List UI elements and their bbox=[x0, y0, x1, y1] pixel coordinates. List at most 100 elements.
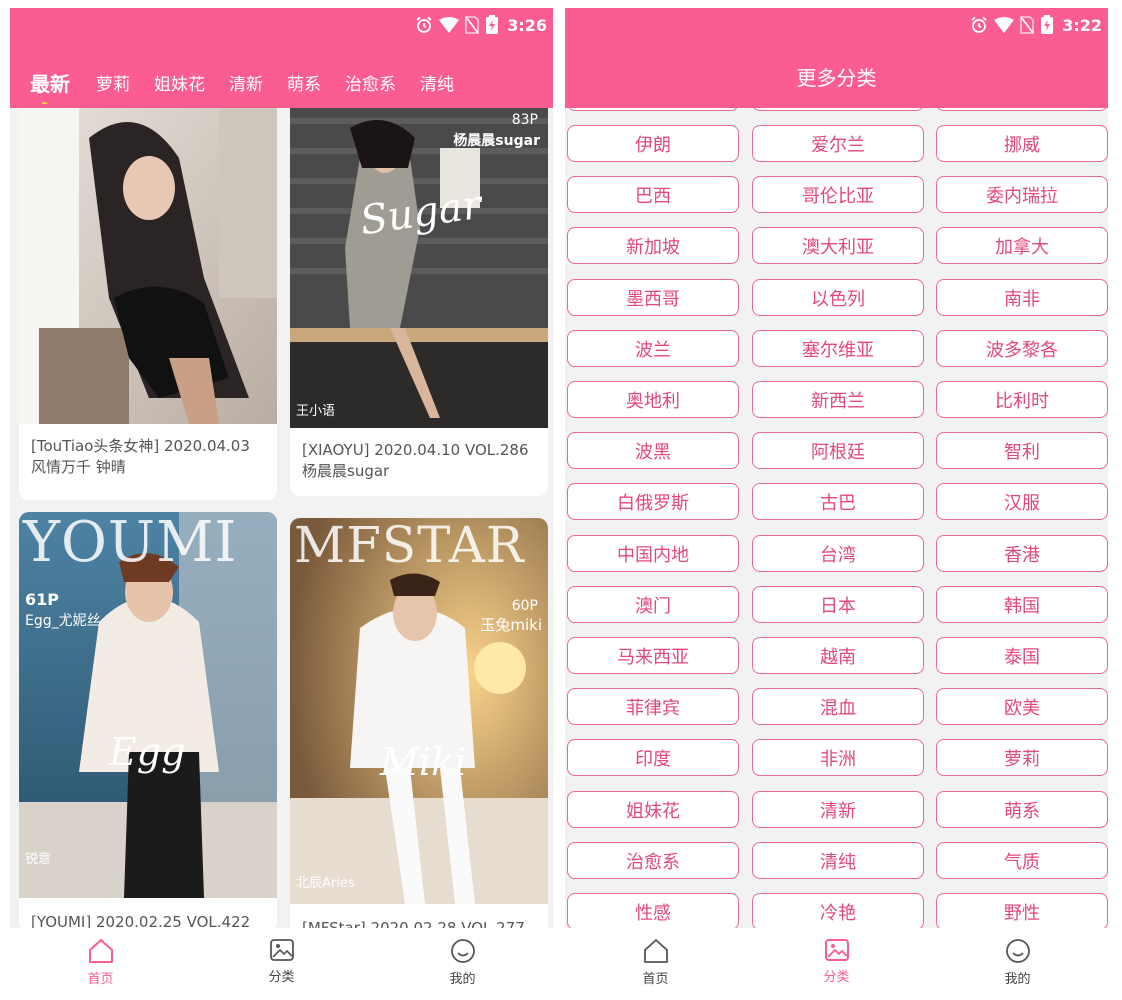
category-button[interactable]: 菲律宾 bbox=[567, 688, 739, 725]
category-button[interactable]: 印度 bbox=[567, 739, 739, 776]
category-button[interactable]: 巴西 bbox=[567, 176, 739, 213]
category-button[interactable]: 新加坡 bbox=[567, 227, 739, 264]
category-button[interactable]: 欧美 bbox=[936, 688, 1108, 725]
category-button[interactable] bbox=[936, 108, 1108, 111]
home-icon bbox=[642, 938, 670, 964]
category-button[interactable]: 加拿大 bbox=[936, 227, 1108, 264]
category-button[interactable]: 冷艳 bbox=[752, 893, 924, 928]
category-button[interactable]: 气质 bbox=[936, 842, 1108, 879]
category-button[interactable]: 萌系 bbox=[936, 791, 1108, 828]
category-grid[interactable]: 伊朗 爱尔兰 挪威巴西 哥伦比亚 委内瑞拉新加坡 澳大利亚 加拿大墨西哥 以色列 南非波兰 塞尔维… bbox=[565, 108, 1108, 928]
album-cover: 83P 杨晨晨sugar Sugar 王小语 bbox=[290, 108, 548, 428]
tab-latest[interactable]: 最新 bbox=[18, 68, 84, 104]
nav-home[interactable]: 首页 bbox=[10, 928, 191, 1000]
status-bar: 3:26 bbox=[415, 14, 547, 36]
category-button[interactable] bbox=[567, 108, 739, 111]
tab-cute[interactable]: 萌系 bbox=[275, 70, 333, 95]
album-caption: [MFStar] 2020.02.28 VOL.277 bbox=[302, 919, 525, 928]
no-sim-icon bbox=[465, 16, 480, 34]
smile-icon bbox=[450, 938, 476, 964]
category-button[interactable]: 澳大利亚 bbox=[752, 227, 924, 264]
category-button[interactable]: 白俄罗斯 bbox=[567, 483, 739, 520]
tab-label: 清新 bbox=[229, 74, 263, 95]
category-button[interactable]: 香港 bbox=[936, 535, 1108, 572]
album-feed[interactable]: [TouTiao头条女神] 2020.04.03 风情万千 钟晴 83P 杨晨晨… bbox=[10, 108, 553, 928]
tab-pure[interactable]: 清纯 bbox=[408, 70, 466, 95]
photo-count: 60P bbox=[511, 598, 538, 614]
album-caption: [YOUMI] 2020.02.25 VOL.422 bbox=[31, 913, 251, 928]
nav-home[interactable]: 首页 bbox=[565, 928, 746, 1000]
album-card[interactable]: YOUMI 61P Egg_尤妮丝 Egg 锐意 [YOUMI] 2020.02… bbox=[19, 512, 277, 928]
nav-category[interactable]: 分类 bbox=[746, 928, 927, 1000]
category-button[interactable]: 波黑 bbox=[567, 432, 739, 469]
album-cover: YOUMI 61P Egg_尤妮丝 Egg 锐意 bbox=[19, 512, 277, 898]
category-button[interactable]: 性感 bbox=[567, 893, 739, 928]
category-button[interactable]: 智利 bbox=[936, 432, 1108, 469]
category-button[interactable]: 哥伦比亚 bbox=[752, 176, 924, 213]
category-button[interactable]: 姐妹花 bbox=[567, 791, 739, 828]
category-button[interactable]: 马来西亚 bbox=[567, 637, 739, 674]
brand-watermark: YOUMI bbox=[23, 512, 238, 575]
category-button[interactable]: 萝莉 bbox=[936, 739, 1108, 776]
category-button[interactable]: 澳门 bbox=[567, 586, 739, 623]
tab-fresh[interactable]: 清新 bbox=[217, 70, 275, 95]
alarm-icon bbox=[415, 16, 433, 34]
category-button[interactable]: 非洲 bbox=[752, 739, 924, 776]
category-button[interactable]: 塞尔维亚 bbox=[752, 330, 924, 367]
category-button[interactable]: 委内瑞拉 bbox=[936, 176, 1108, 213]
tab-label: 清纯 bbox=[420, 74, 454, 95]
category-button[interactable]: 韩国 bbox=[936, 586, 1108, 623]
category-button[interactable]: 混血 bbox=[752, 688, 924, 725]
photographer-name: 北辰Aries bbox=[296, 876, 355, 891]
photo-count: 83P bbox=[511, 112, 538, 128]
category-button[interactable]: 比利时 bbox=[936, 381, 1108, 418]
bottom-nav: 首页 分类 我的 bbox=[565, 928, 1108, 1000]
tab-label: 萌系 bbox=[287, 74, 321, 95]
album-card[interactable]: MFSTAR 60P 玉兔miki Miki 北辰Aries [MFStar] … bbox=[290, 518, 548, 928]
album-card[interactable]: 83P 杨晨晨sugar Sugar 王小语 [XIAOYU] 2020.04.… bbox=[290, 108, 548, 496]
category-button[interactable]: 治愈系 bbox=[567, 842, 739, 879]
tab-loli[interactable]: 萝莉 bbox=[84, 70, 142, 95]
tab-sisters[interactable]: 姐妹花 bbox=[142, 70, 217, 95]
category-button[interactable]: 以色列 bbox=[752, 279, 924, 316]
category-button[interactable]: 汉服 bbox=[936, 483, 1108, 520]
nav-label: 分类 bbox=[268, 970, 295, 985]
nav-label: 首页 bbox=[642, 972, 669, 987]
category-button[interactable]: 中国内地 bbox=[567, 535, 739, 572]
category-button[interactable]: 日本 bbox=[752, 586, 924, 623]
category-button[interactable]: 南非 bbox=[936, 279, 1108, 316]
category-button[interactable]: 奥地利 bbox=[567, 381, 739, 418]
category-button[interactable]: 新西兰 bbox=[752, 381, 924, 418]
nav-label: 首页 bbox=[87, 972, 114, 987]
category-button[interactable]: 野性 bbox=[936, 893, 1108, 928]
category-button[interactable]: 清新 bbox=[752, 791, 924, 828]
battery-charging-icon bbox=[485, 15, 499, 35]
nav-category[interactable]: 分类 bbox=[191, 928, 372, 1000]
category-button[interactable]: 泰国 bbox=[936, 637, 1108, 674]
picture-icon bbox=[269, 938, 295, 962]
category-button[interactable]: 清纯 bbox=[752, 842, 924, 879]
category-button[interactable]: 波兰 bbox=[567, 330, 739, 367]
category-button[interactable]: 阿根廷 bbox=[752, 432, 924, 469]
category-button[interactable]: 越南 bbox=[752, 637, 924, 674]
category-button[interactable]: 波多黎各 bbox=[936, 330, 1108, 367]
nav-profile[interactable]: 我的 bbox=[372, 928, 553, 1000]
photo-count: 61P bbox=[25, 590, 59, 609]
album-cover: MFSTAR 60P 玉兔miki Miki 北辰Aries bbox=[290, 518, 548, 904]
category-button[interactable]: 挪威 bbox=[936, 125, 1108, 162]
no-sim-icon bbox=[1020, 16, 1035, 34]
category-button[interactable]: 伊朗 bbox=[567, 125, 739, 162]
smile-icon bbox=[1005, 938, 1031, 964]
category-button[interactable]: 爱尔兰 bbox=[752, 125, 924, 162]
status-time: 3:22 bbox=[1062, 15, 1102, 35]
alarm-icon bbox=[970, 16, 988, 34]
category-button[interactable] bbox=[752, 108, 924, 111]
wifi-icon bbox=[439, 17, 460, 33]
album-card[interactable]: [TouTiao头条女神] 2020.04.03 风情万千 钟晴 bbox=[19, 108, 277, 500]
category-button[interactable]: 台湾 bbox=[752, 535, 924, 572]
category-button[interactable]: 墨西哥 bbox=[567, 279, 739, 316]
tab-healing[interactable]: 治愈系 bbox=[333, 70, 408, 95]
nav-profile[interactable]: 我的 bbox=[927, 928, 1108, 1000]
battery-charging-icon bbox=[1040, 15, 1054, 35]
category-button[interactable]: 古巴 bbox=[752, 483, 924, 520]
